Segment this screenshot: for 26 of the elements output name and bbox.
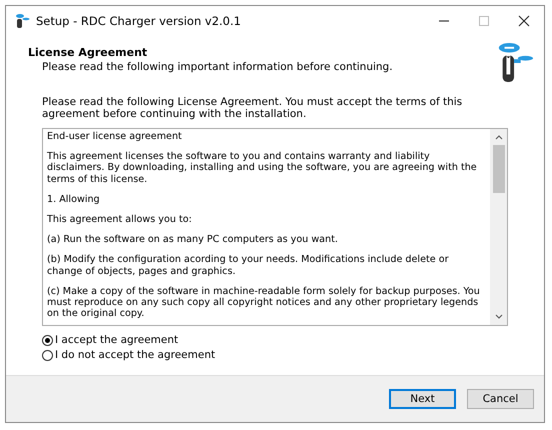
license-paragraph: This agreement licenses the software to you and contains warranty and liability disclaimers. By downloading, installing and using the software, you are agreeing with the terms of this license. [47,151,478,185]
window-title: Setup - RDC Charger version v2.0.1 [36,14,242,28]
cancel-button[interactable]: Cancel [467,389,534,409]
license-paragraph: This agreement allows you to: [47,214,193,226]
radio-option[interactable]: I do not accept the agreement [42,349,508,361]
license-paragraph: (b) Modify the configuration acording to your needs. Modifications include delete or change of objects, pages and graphics. [47,254,450,277]
radio-label: I do not accept the agreement [55,349,216,361]
license-text-box[interactable] [42,128,508,326]
radio-label: I accept the agreement [55,334,178,346]
waiter-logo-icon [496,42,534,84]
waiter-icon [14,13,30,29]
page-title: License Agreement [28,46,148,59]
scrollbar-thumb[interactable] [492,145,504,193]
radio-button[interactable] [42,334,53,346]
scroll-up-icon[interactable] [494,134,502,140]
radio-option[interactable]: I accept the agreement [42,334,508,346]
radio-button[interactable] [42,350,53,360]
scroll-down-icon[interactable] [494,314,502,320]
license-paragraph: 1. Allowing [47,194,101,206]
next-button[interactable]: Next [389,389,456,409]
license-paragraph: (a) Run the software on as many PC computers as you want. [47,234,339,246]
instructions-text: Please read the following License Agreement. You must accept the terms of this agreement before continuing with the installation. [42,96,464,120]
page-subtitle: Please read the following important information before continuing. [41,61,394,73]
license-paragraph: End-user license agreement [47,131,183,142]
license-paragraph: (c) Make a copy of the software in machine-readable form solely for backup purposes. You must reproduce on any such copy all copyright notices and any other proprietary legends on the original copy. [47,286,481,320]
scrollbar[interactable] [490,129,507,325]
